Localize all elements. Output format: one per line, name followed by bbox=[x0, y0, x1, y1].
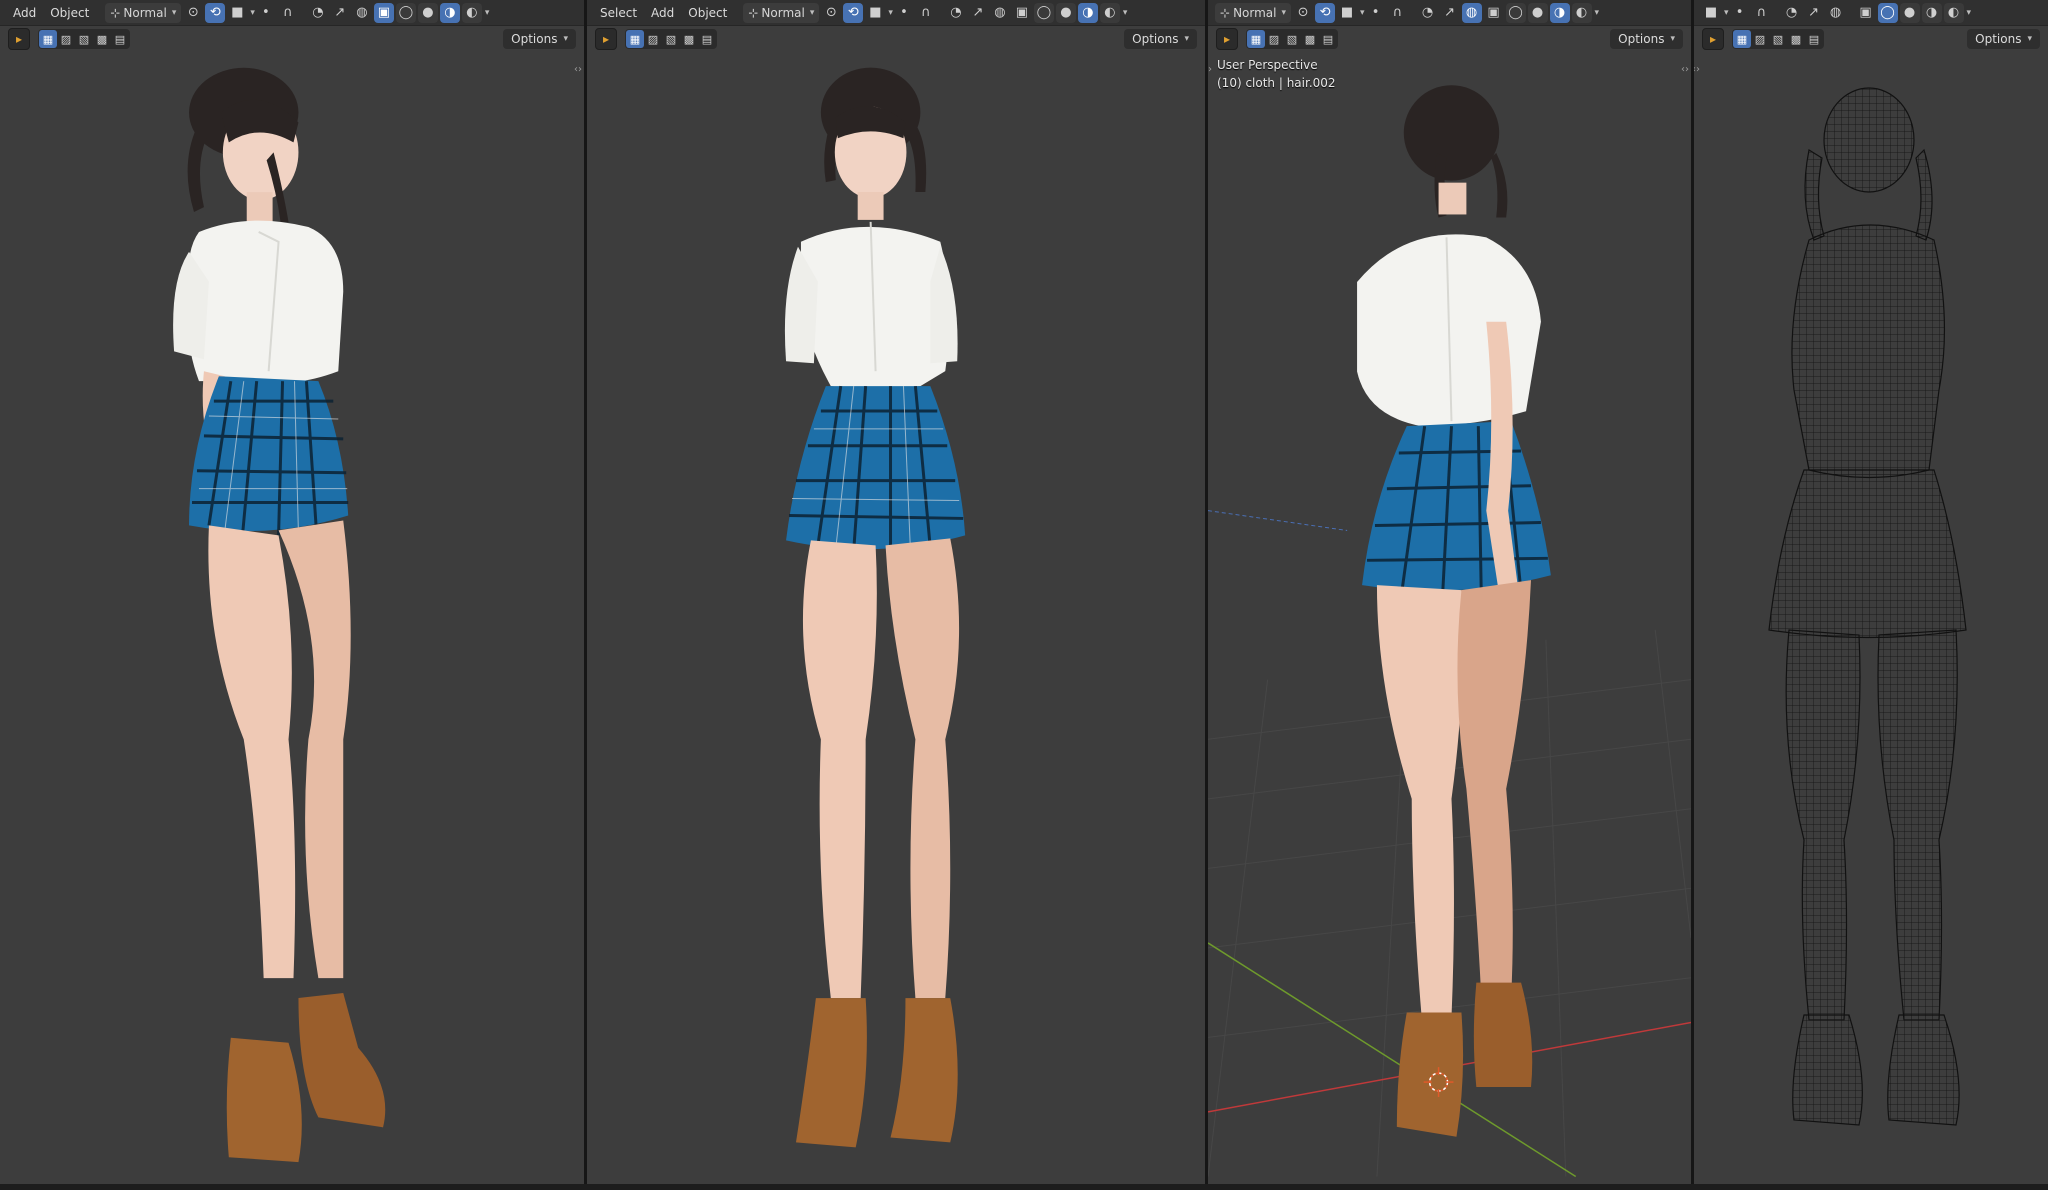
character-wireframe[interactable] bbox=[1694, 40, 2048, 1180]
viewport-header: Add Object ⊹ Normal ▾ ⊙ ⟲ ■ ▾ • ∩ ◔ ↗ ◍ … bbox=[0, 0, 584, 26]
character-render bbox=[1208, 85, 1691, 1178]
wireframe-shading-icon[interactable]: ◯ bbox=[395, 2, 416, 23]
wireframe-shading-icon[interactable]: ◯ bbox=[1877, 2, 1898, 23]
rendered-shading-icon[interactable]: ◐ bbox=[1571, 2, 1592, 23]
visibility-icon[interactable]: ◔ bbox=[1418, 3, 1438, 23]
snap-toggle-icon[interactable]: ⟲ bbox=[205, 2, 226, 23]
parent-relation-line bbox=[1208, 510, 1348, 531]
snap-target-icon[interactable]: ■ bbox=[865, 3, 885, 23]
viewport-header: ⊹ Normal ▾ ⊙ ⟲ ■ ▾ • ∩ ◔ ↗ ◍ ▣ ◯ ● ◑ ◐ ▾ bbox=[1208, 0, 1691, 26]
viewport-3d-1[interactable]: Add Object ⊹ Normal ▾ ⊙ ⟲ ■ ▾ • ∩ ◔ ↗ ◍ … bbox=[0, 0, 587, 1184]
menu-select[interactable]: Select bbox=[593, 6, 644, 20]
visibility-icon[interactable]: ◔ bbox=[1782, 3, 1802, 23]
proportional-icon[interactable]: • bbox=[894, 3, 914, 23]
chevron-down-icon[interactable]: ▾ bbox=[485, 8, 490, 18]
visibility-icon[interactable]: ◔ bbox=[946, 3, 966, 23]
pivot-icon[interactable]: ⊙ bbox=[821, 3, 841, 23]
orientation-label: Normal bbox=[123, 5, 167, 20]
wireframe-mesh bbox=[1768, 87, 1967, 1126]
material-shading-icon[interactable]: ◑ bbox=[1549, 2, 1570, 23]
solid-shading-icon[interactable]: ● bbox=[1899, 2, 1920, 23]
xray-icon[interactable]: ▣ bbox=[373, 2, 394, 23]
character-model[interactable] bbox=[587, 40, 1205, 1180]
xray-icon[interactable]: ▣ bbox=[1012, 3, 1032, 23]
chevron-down-icon[interactable]: ▾ bbox=[1724, 8, 1729, 18]
orientation-dropdown[interactable]: ⊹ Normal ▾ bbox=[1215, 2, 1292, 23]
snap-target-icon[interactable]: ■ bbox=[1337, 3, 1357, 23]
orientation-icon: ⊹ bbox=[1220, 5, 1231, 20]
orientation-dropdown[interactable]: ⊹ Normal ▾ bbox=[743, 2, 820, 23]
orientation-icon: ⊹ bbox=[110, 5, 121, 20]
rendered-shading-icon[interactable]: ◐ bbox=[1099, 2, 1120, 23]
overlays-icon[interactable]: ◍ bbox=[990, 3, 1010, 23]
gizmo-icon[interactable]: ↗ bbox=[1804, 3, 1824, 23]
proportional-icon[interactable]: • bbox=[1730, 3, 1750, 23]
orientation-label: Normal bbox=[1233, 5, 1277, 20]
wireframe-shading-icon[interactable]: ◯ bbox=[1033, 2, 1054, 23]
material-shading-icon[interactable]: ◑ bbox=[439, 2, 460, 23]
chevron-down-icon: ▾ bbox=[1281, 7, 1287, 18]
chevron-down-icon[interactable]: ▾ bbox=[1123, 8, 1128, 18]
wireframe-shading-icon[interactable]: ◯ bbox=[1505, 2, 1526, 23]
wireframe-render bbox=[1768, 87, 1967, 1126]
proportional-icon[interactable]: • bbox=[256, 3, 276, 23]
overlays-icon[interactable]: ◍ bbox=[352, 3, 372, 23]
solid-shading-icon[interactable]: ● bbox=[1527, 2, 1548, 23]
gizmo-icon[interactable]: ↗ bbox=[330, 3, 350, 23]
chevron-down-icon: ▾ bbox=[809, 7, 815, 18]
viewport-3d-3[interactable]: ⊹ Normal ▾ ⊙ ⟲ ■ ▾ • ∩ ◔ ↗ ◍ ▣ ◯ ● ◑ ◐ ▾… bbox=[1208, 0, 1694, 1184]
menu-add[interactable]: Add bbox=[6, 6, 43, 20]
pivot-icon[interactable]: ⊙ bbox=[1293, 3, 1313, 23]
viewport-header: ■ ▾ • ∩ ◔ ↗ ◍ ▣ ◯ ● ◑ ◐ ▾ bbox=[1694, 0, 2048, 26]
chevron-down-icon[interactable]: ▾ bbox=[888, 8, 893, 18]
xray-icon[interactable]: ▣ bbox=[1856, 3, 1876, 23]
viewport-header: Select Add Object ⊹ Normal ▾ ⊙ ⟲ ■ ▾ • ∩… bbox=[587, 0, 1205, 26]
viewport-3d-2[interactable]: Select Add Object ⊹ Normal ▾ ⊙ ⟲ ■ ▾ • ∩… bbox=[587, 0, 1208, 1184]
orientation-icon: ⊹ bbox=[748, 5, 759, 20]
material-shading-icon[interactable]: ◑ bbox=[1077, 2, 1098, 23]
snap-toggle-icon[interactable]: ⟲ bbox=[1315, 2, 1336, 23]
falloff-icon[interactable]: ∩ bbox=[916, 3, 936, 23]
pivot-icon[interactable]: ⊙ bbox=[183, 3, 203, 23]
chevron-down-icon[interactable]: ▾ bbox=[1360, 8, 1365, 18]
falloff-icon[interactable]: ∩ bbox=[1388, 3, 1408, 23]
snap-toggle-icon[interactable]: ⟲ bbox=[843, 2, 864, 23]
gizmo-icon[interactable]: ↗ bbox=[1440, 3, 1460, 23]
snap-target-icon[interactable]: ■ bbox=[227, 3, 247, 23]
chevron-down-icon[interactable]: ▾ bbox=[1595, 8, 1600, 18]
snap-target-icon[interactable]: ■ bbox=[1701, 3, 1721, 23]
blender-app: Add Object ⊹ Normal ▾ ⊙ ⟲ ■ ▾ • ∩ ◔ ↗ ◍ … bbox=[0, 0, 2048, 1190]
falloff-icon[interactable]: ∩ bbox=[278, 3, 298, 23]
character-model[interactable] bbox=[1208, 40, 1691, 1180]
material-shading-icon[interactable]: ◑ bbox=[1921, 2, 1942, 23]
overlays-icon[interactable]: ◍ bbox=[1461, 2, 1482, 23]
rendered-shading-icon[interactable]: ◐ bbox=[461, 2, 482, 23]
menu-object[interactable]: Object bbox=[681, 6, 734, 20]
viewport-3d-4[interactable]: ■ ▾ • ∩ ◔ ↗ ◍ ▣ ◯ ● ◑ ◐ ▾ ▸ ▦ ▨ ▧ ▩ ▤ Op… bbox=[1694, 0, 2048, 1184]
overlays-icon[interactable]: ◍ bbox=[1826, 3, 1846, 23]
visibility-icon[interactable]: ◔ bbox=[308, 3, 328, 23]
orientation-label: Normal bbox=[761, 5, 805, 20]
chevron-down-icon[interactable]: ▾ bbox=[250, 8, 255, 18]
gizmo-icon[interactable]: ↗ bbox=[968, 3, 988, 23]
solid-shading-icon[interactable]: ● bbox=[417, 2, 438, 23]
proportional-icon[interactable]: • bbox=[1366, 3, 1386, 23]
character-render bbox=[173, 67, 386, 1163]
chevron-down-icon[interactable]: ▾ bbox=[1967, 8, 1972, 18]
solid-shading-icon[interactable]: ● bbox=[1055, 2, 1076, 23]
falloff-icon[interactable]: ∩ bbox=[1752, 3, 1772, 23]
rendered-shading-icon[interactable]: ◐ bbox=[1943, 2, 1964, 23]
character-render bbox=[784, 67, 966, 1148]
menu-add[interactable]: Add bbox=[644, 6, 681, 20]
chevron-down-icon: ▾ bbox=[171, 7, 177, 18]
character-model[interactable] bbox=[0, 40, 584, 1180]
orientation-dropdown[interactable]: ⊹ Normal ▾ bbox=[105, 2, 182, 23]
menu-object[interactable]: Object bbox=[43, 6, 96, 20]
xray-icon[interactable]: ▣ bbox=[1484, 3, 1504, 23]
